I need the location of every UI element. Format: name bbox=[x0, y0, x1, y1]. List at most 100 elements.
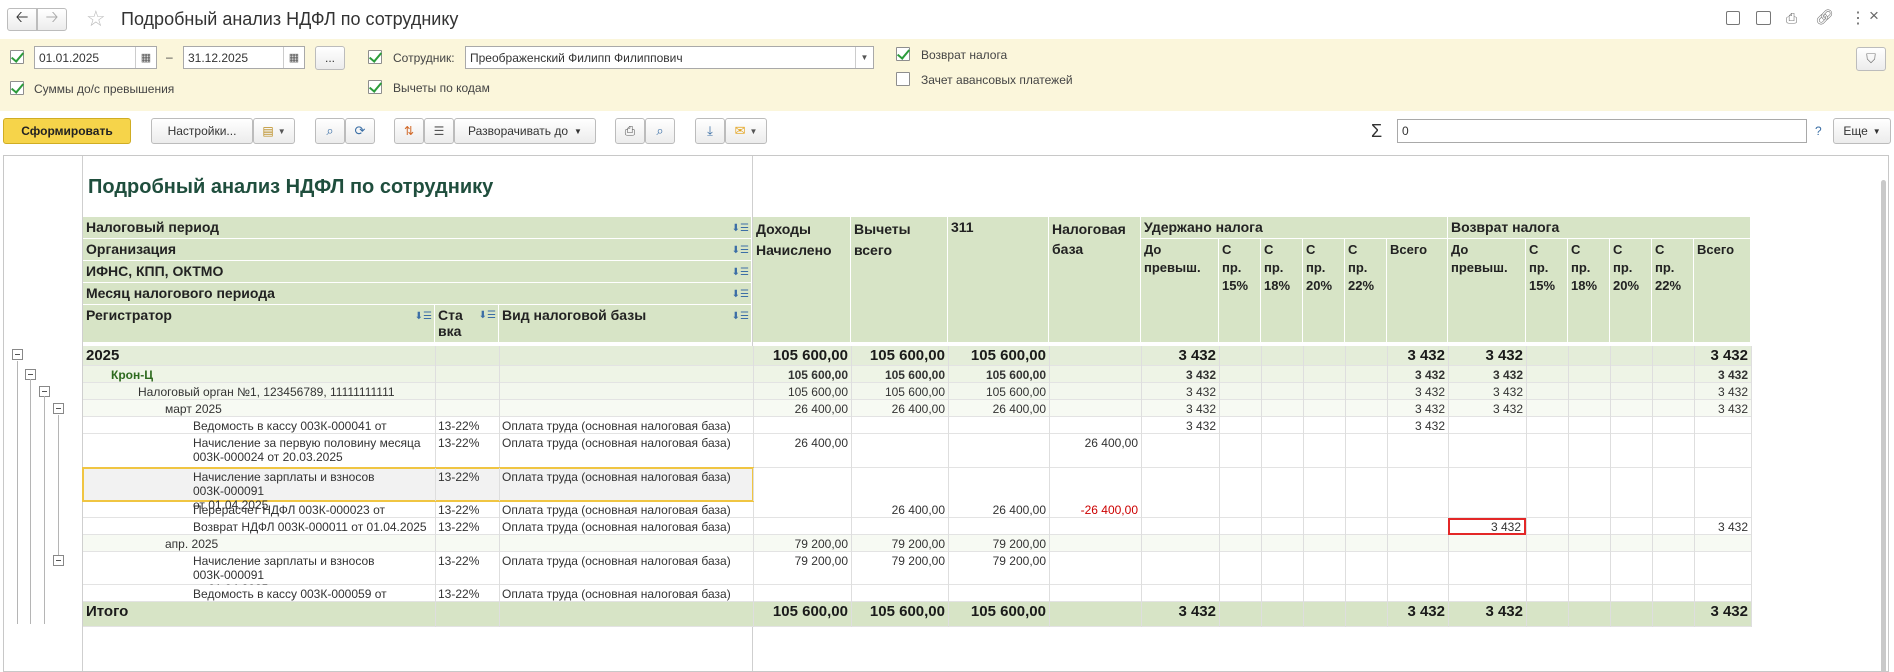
cell-w-total: 3 432 bbox=[1407, 605, 1445, 619]
cell-income: 105 600,00 bbox=[772, 349, 848, 363]
header-org: Организация bbox=[86, 241, 177, 257]
help-link[interactable]: ? bbox=[1815, 124, 1822, 138]
cell-income: 79 200,00 bbox=[794, 537, 848, 551]
tree-line bbox=[44, 396, 45, 624]
search-button[interactable]: ⌕ bbox=[315, 118, 345, 144]
cell-rate: 13-22% bbox=[438, 419, 480, 433]
row-name: апр. 2025 bbox=[165, 537, 435, 551]
deductions-label: Вычеты по кодам bbox=[393, 81, 490, 95]
period-checkbox[interactable] bbox=[10, 50, 24, 64]
row-name: Крон-Ц bbox=[111, 368, 435, 382]
row-name: Начисление зарплаты и взносов 003К-00009… bbox=[193, 470, 435, 512]
employee-label: Сотрудник: bbox=[393, 51, 455, 65]
collapse-toggle-icon[interactable] bbox=[53, 403, 64, 414]
cell-r-total: 3 432 bbox=[1717, 385, 1748, 399]
cell-rate: 13-22% bbox=[438, 503, 480, 517]
email-button[interactable]: ✉ ▼ bbox=[725, 118, 767, 144]
table-row[interactable]: Начисление зарплаты и взносов 003К-00009… bbox=[83, 552, 1752, 596]
report-scrollbar[interactable] bbox=[1881, 180, 1886, 671]
cell-c311: 26 400,00 bbox=[992, 503, 1046, 517]
expand-to-button[interactable]: Разворачивать до ▼ bbox=[454, 118, 596, 144]
group-row-month[interactable]: март 2025 26 400,00 26 400,00 26 400,00 3 43… bbox=[83, 400, 1752, 417]
collapse-toggle-icon[interactable] bbox=[12, 349, 23, 360]
table-row[interactable]: Возврат НДФЛ 003К-000011 от 01.04.2025 13… bbox=[83, 518, 1752, 535]
cell-w-total: 3 432 bbox=[1414, 385, 1445, 399]
print-button[interactable]: ⎙ bbox=[615, 118, 645, 144]
cell-rate: 13-22% bbox=[438, 520, 480, 534]
cell-rate: 13-22% bbox=[438, 470, 480, 484]
amounts-checkbox[interactable] bbox=[10, 81, 24, 95]
cell-c311: 79 200,00 bbox=[992, 554, 1046, 568]
preview-icon[interactable]: ⎙ bbox=[1786, 10, 1797, 27]
cell-rate: 13-22% bbox=[438, 554, 480, 568]
date-from-field[interactable]: 01.01.2025 ▦ bbox=[34, 46, 157, 69]
employee-value: Преображенский Филипп Филиппович bbox=[470, 50, 683, 65]
dropdown-arrow-icon[interactable]: ▼ bbox=[855, 47, 873, 68]
cell-income: 105 600,00 bbox=[787, 385, 848, 399]
deductions-checkbox[interactable] bbox=[368, 80, 382, 94]
cell-ded: 79 200,00 bbox=[891, 554, 945, 568]
cell-income: 26 400,00 bbox=[794, 436, 848, 450]
tree-line bbox=[30, 379, 31, 624]
calendar-icon[interactable]: ▦ bbox=[283, 47, 304, 68]
header-base-kind: Вид налоговой базы bbox=[502, 307, 647, 323]
cell-w-before: 3 432 bbox=[1178, 349, 1216, 363]
employee-field[interactable]: Преображенский Филипп Филиппович ▼ bbox=[465, 46, 874, 69]
settings-button[interactable]: Настройки... bbox=[151, 118, 253, 144]
more-button[interactable]: Еще ▼ bbox=[1833, 118, 1891, 144]
cell-base: 26 400,00 bbox=[1084, 436, 1138, 450]
save-button[interactable]: ⤓ bbox=[695, 118, 725, 144]
forward-button[interactable]: 🡢 bbox=[37, 8, 67, 31]
print-preview-button[interactable]: ⌕ bbox=[645, 118, 675, 144]
close-icon[interactable]: × bbox=[1869, 6, 1879, 26]
table-row[interactable]: Ведомость в кассу 003К-000059 от 04.04.2… bbox=[83, 585, 1752, 615]
row-name: Начисление за первую половину месяца 003К… bbox=[193, 436, 435, 464]
cell-w-before: 3 432 bbox=[1185, 385, 1216, 399]
report-area: Подробный анализ НДФЛ по сотруднику Нало… bbox=[3, 155, 1889, 672]
advance-checkbox[interactable] bbox=[896, 72, 910, 86]
group-row-ifns[interactable]: Налоговый орган №1, 123456789, 111111111… bbox=[83, 383, 1752, 400]
cell-kind: Оплата труда (основная налоговая база) bbox=[502, 520, 731, 534]
employee-checkbox[interactable] bbox=[368, 50, 382, 64]
variants-button[interactable]: ▤ ▼ bbox=[253, 118, 295, 144]
cell-income: 105 600,00 bbox=[772, 605, 848, 619]
cell-base: -26 400,00 bbox=[1080, 503, 1138, 517]
header-sub-p15: Спр. 15% bbox=[1526, 239, 1568, 343]
row-name-text: Крон-Ц bbox=[111, 368, 153, 382]
table-row[interactable]: Ведомость в кассу 003К-000041 от 20.03.2… bbox=[83, 417, 1752, 447]
cell-income: 79 200,00 bbox=[794, 554, 848, 568]
tax-refund-checkbox[interactable] bbox=[896, 47, 910, 61]
date-to-field[interactable]: 31.12.2025 ▦ bbox=[183, 46, 305, 69]
filter-button[interactable]: ⛉ bbox=[1856, 47, 1886, 71]
period-select-button[interactable]: ... bbox=[315, 46, 345, 70]
collapse-toggle-icon[interactable] bbox=[53, 555, 64, 566]
group-row-year[interactable]: 2025 105 600,00 105 600,00 105 600,00 3 432 3… bbox=[83, 346, 1752, 366]
sum-field[interactable]: 0 bbox=[1397, 119, 1807, 143]
group-row-month[interactable]: апр. 2025 79 200,00 79 200,00 79 200,00 bbox=[83, 535, 1752, 552]
row-name-text: Начисление зарплаты и взносов 003К-00009… bbox=[193, 470, 375, 498]
group-row-total[interactable]: Итого 105 600,00 105 600,00 105 600,00 3 432… bbox=[83, 602, 1752, 627]
more-vertical-icon[interactable]: ⋮ bbox=[1850, 8, 1866, 28]
back-button[interactable]: 🡠 bbox=[7, 8, 37, 31]
save-icon[interactable] bbox=[1726, 11, 1740, 25]
search-next-button[interactable]: ⟳ bbox=[345, 118, 375, 144]
print-icon[interactable] bbox=[1756, 11, 1771, 25]
group-button[interactable]: ☰ bbox=[424, 118, 454, 144]
cell-ded: 79 200,00 bbox=[891, 537, 945, 551]
generate-button[interactable]: Сформировать bbox=[3, 118, 131, 144]
cell-kind: Оплата труда (основная налоговая база) bbox=[502, 503, 731, 517]
cell-r-total: 3 432 bbox=[1710, 349, 1748, 363]
table-row[interactable]: Начисление за первую половину месяца 003К… bbox=[83, 434, 1752, 468]
row-name-text: Возврат НДФЛ 003К-000011 от 01.04.2025 bbox=[193, 520, 427, 534]
calendar-icon[interactable]: ▦ bbox=[135, 47, 156, 68]
table-row[interactable]: Начисление зарплаты и взносов 003К-00009… bbox=[82, 467, 1752, 512]
group-row-org[interactable]: Крон-Ц 105 600,00 105 600,00 105 600,00 3 43… bbox=[83, 366, 1752, 383]
favorite-star-icon[interactable]: ☆ bbox=[86, 6, 106, 32]
link-icon[interactable]: 🔗︎ bbox=[1815, 8, 1834, 26]
tax-refund-label: Возврат налога bbox=[921, 48, 1008, 62]
row-name: Возврат НДФЛ 003К-000011 от 01.04.2025 bbox=[193, 520, 435, 534]
more-label: Еще bbox=[1843, 124, 1868, 138]
sort-button[interactable]: ⇅ bbox=[394, 118, 424, 144]
header-sub-p22: Спр. 22% bbox=[1652, 239, 1694, 343]
cell-kind: Оплата труда (основная налоговая база) bbox=[502, 554, 731, 568]
